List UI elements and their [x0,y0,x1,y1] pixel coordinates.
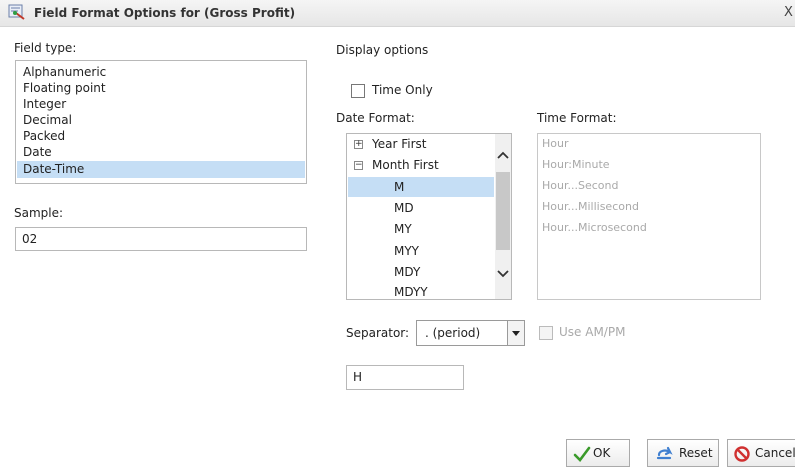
list-item[interactable]: Hour...Microsecond [542,218,647,238]
date-format-tree[interactable]: + Year First − Month First M MD MY MYY M… [346,133,512,300]
time-only-label: Time Only [372,83,433,97]
tree-item-label: M [394,180,405,194]
ok-button[interactable]: OK [566,439,630,467]
reset-label: Reset [679,446,713,460]
list-item[interactable]: Hour:Minute [542,155,610,175]
close-button[interactable]: X [784,5,793,20]
list-item[interactable]: Floating point [17,80,305,96]
ok-label: OK [593,446,611,460]
tree-item-label: MDYY [394,285,428,299]
scroll-down-icon[interactable] [497,269,509,279]
dialog-titlebar: Field Format Options for (Gross Profit) … [0,0,795,27]
cancel-button[interactable]: Cancel [727,439,795,467]
field-format-icon [8,4,25,20]
time-format-label: Time Format: [537,111,617,125]
scroll-up-icon[interactable] [497,150,509,160]
format-code-field[interactable]: H [346,365,464,390]
field-type-list[interactable]: Alphanumeric Floating point Integer Deci… [15,60,307,184]
sample-field[interactable]: 02 [15,227,307,251]
dialog-title: Field Format Options for (Gross Profit) [34,6,296,20]
tree-group-label: Month First [372,158,439,172]
collapse-icon[interactable]: − [354,161,363,170]
list-item[interactable]: Hour...Millisecond [542,197,639,217]
chevron-down-icon [512,331,520,336]
tree-item-label: MDY [394,265,421,279]
list-item[interactable]: Hour [542,134,569,154]
tree-item-label: MD [394,201,414,215]
check-icon [573,446,591,462]
time-only-checkbox[interactable] [351,84,365,98]
use-ampm-checkbox[interactable] [539,326,553,340]
tree-group-label: Year First [372,137,427,151]
field-type-label: Field type: [14,41,77,55]
time-format-list[interactable]: Hour Hour:Minute Hour...Second Hour...Mi… [537,133,761,300]
separator-dropdown[interactable]: . (period) [416,320,525,346]
list-item[interactable]: Packed [17,128,305,144]
cancel-icon [734,446,750,462]
expand-icon[interactable]: + [354,140,363,149]
separator-value: . (period) [425,326,481,340]
list-item[interactable]: Integer [17,96,305,112]
reset-button[interactable]: Reset [647,439,719,467]
tree-item[interactable]: MD [348,198,494,218]
tree-item[interactable]: MDY [348,262,494,282]
list-item[interactable]: Date [17,144,305,160]
tree-group-month-first[interactable]: − Month First [348,155,494,175]
date-format-scrollbar[interactable] [495,134,511,299]
dropdown-button[interactable] [507,321,524,345]
scroll-thumb[interactable] [496,172,510,250]
tree-item-label: MY [394,222,412,236]
reset-icon [656,446,673,460]
tree-item-label: MYY [394,244,420,258]
tree-item[interactable]: MDYY [348,282,494,302]
list-item[interactable]: Hour...Second [542,176,618,196]
separator-label: Separator: [346,326,410,340]
date-format-label: Date Format: [336,111,415,125]
cancel-label: Cancel [755,446,795,460]
tree-item-selected[interactable]: M [348,177,494,197]
list-item[interactable]: Decimal [17,112,305,128]
tree-group-year-first[interactable]: + Year First [348,134,494,154]
tree-item[interactable]: MYY [348,241,494,261]
list-item-selected[interactable]: Date-Time [17,161,305,178]
use-ampm-label: Use AM/PM [559,325,626,339]
display-options-label: Display options [336,43,429,57]
list-item[interactable]: Alphanumeric [17,64,305,80]
sample-label: Sample: [14,206,64,220]
tree-item[interactable]: MY [348,219,494,239]
